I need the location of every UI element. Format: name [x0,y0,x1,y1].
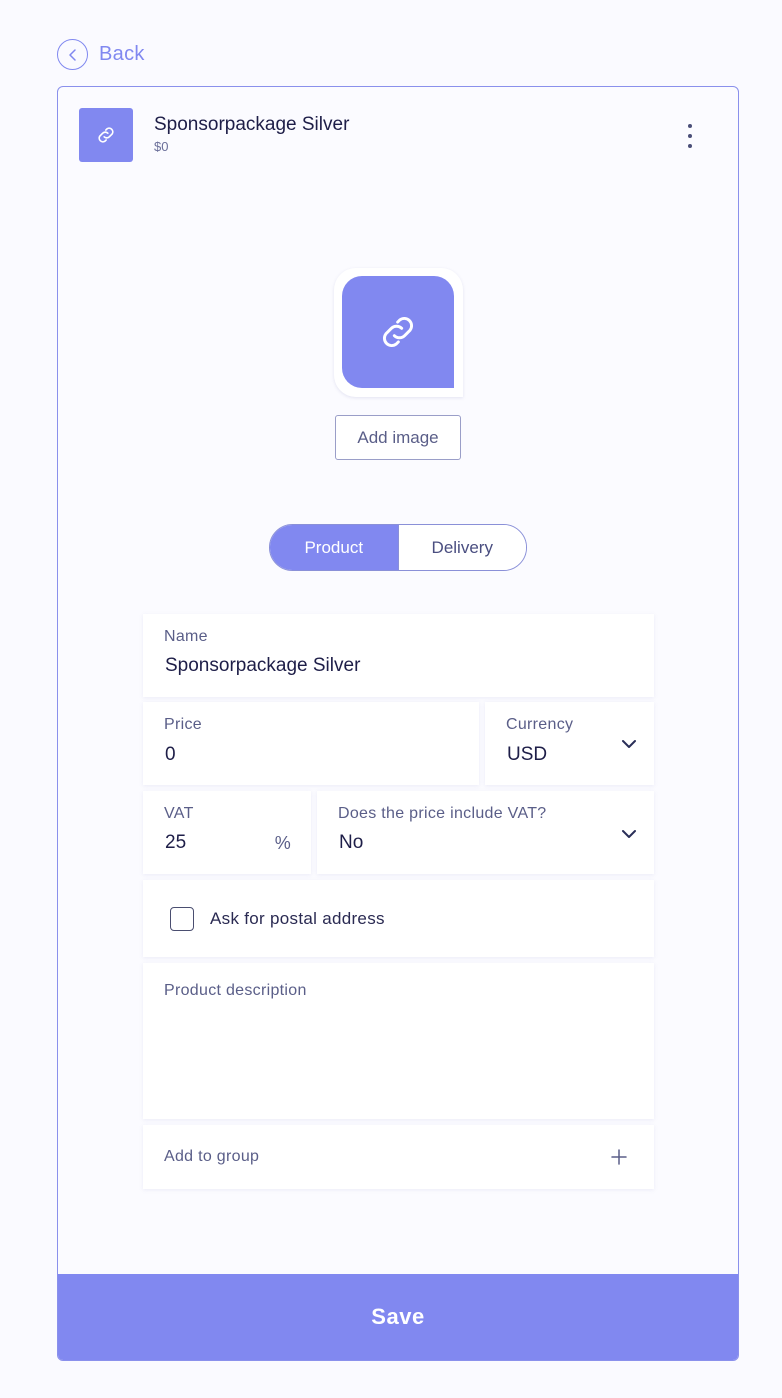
product-title: Sponsorpackage Silver [154,114,350,135]
currency-select[interactable]: Currency USD [485,702,654,785]
description-field[interactable]: Product description [143,963,654,1119]
product-price: $0 [154,139,169,154]
product-card: Sponsorpackage Silver $0 Add image Produ… [57,86,739,1361]
name-label: Name [164,628,208,645]
name-field[interactable]: Name Sponsorpackage Silver [143,614,654,697]
chevron-down-icon [622,740,636,748]
postal-address-label: Ask for postal address [210,909,385,928]
vat-value[interactable]: 25 [165,832,186,854]
link-icon [382,316,414,348]
chevron-left-icon [57,39,88,70]
product-image[interactable] [342,276,454,388]
tab-switch: Product Delivery [269,524,527,571]
currency-label: Currency [506,716,574,733]
add-image-button[interactable]: Add image [335,415,461,460]
tab-delivery[interactable]: Delivery [397,525,526,570]
chevron-down-icon [622,830,636,838]
postal-address-checkbox[interactable] [170,907,194,931]
vat-unit: % [274,833,291,853]
postal-address-row: Ask for postal address [143,880,654,957]
vat-included-select[interactable]: Does the price include VAT? No [317,791,654,874]
back-link[interactable]: Back [57,39,145,70]
save-button[interactable]: Save [58,1274,738,1360]
more-vertical-icon[interactable] [680,122,700,150]
product-thumbnail [79,108,133,162]
back-label: Back [99,43,145,65]
link-icon [98,127,114,143]
currency-value: USD [507,744,548,765]
price-label: Price [164,716,202,733]
name-value[interactable]: Sponsorpackage Silver [165,655,360,677]
add-to-group-label: Add to group [164,1148,260,1165]
price-value[interactable]: 0 [165,744,176,766]
description-label: Product description [164,982,307,999]
plus-icon[interactable] [611,1149,627,1165]
product-image-frame [334,268,463,397]
vat-label: VAT [164,805,194,822]
vat-included-label: Does the price include VAT? [338,805,547,822]
add-to-group-row[interactable]: Add to group [143,1125,654,1189]
price-field[interactable]: Price 0 [143,702,479,785]
vat-included-value: No [339,832,364,853]
vat-field[interactable]: VAT 25 % [143,791,311,874]
tab-product[interactable]: Product [270,525,398,570]
